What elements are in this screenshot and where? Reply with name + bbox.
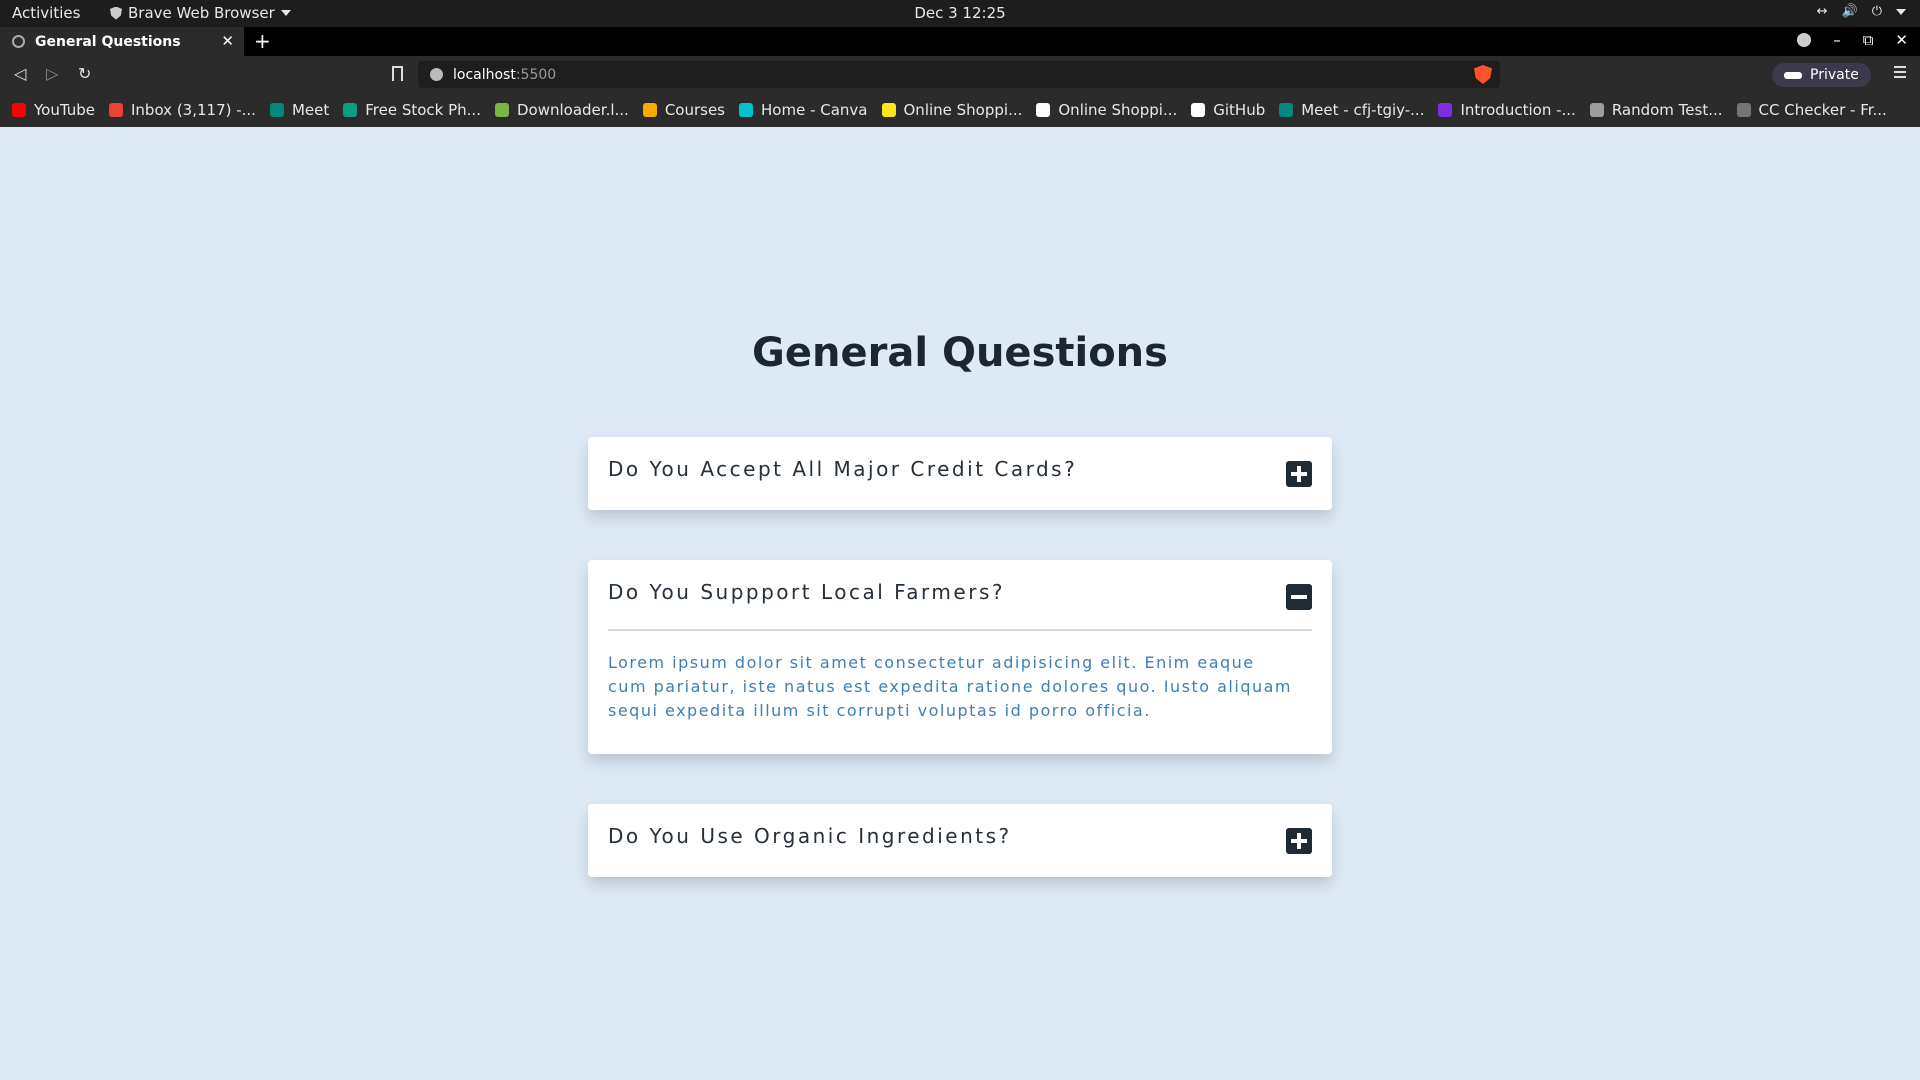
bookmark-label: Free Stock Ph... [365, 101, 481, 119]
bookmark-favicon-icon [494, 103, 509, 117]
bookmark-item[interactable]: Courses [642, 101, 725, 119]
private-window-badge[interactable]: Private [1772, 63, 1871, 87]
minimize-icon[interactable]: – [1833, 31, 1841, 49]
bookmark-label: Online Shoppi... [903, 101, 1023, 119]
bookmark-favicon-icon [1279, 103, 1294, 117]
bookmark-label: Home - Canva [761, 101, 868, 119]
bookmark-item[interactable]: Free Stock Ph... [343, 101, 481, 119]
system-tray[interactable]: ↔ 🔊 ⏻ [1817, 4, 1906, 19]
app-menu[interactable]: Brave Web Browser [110, 4, 291, 22]
bookmark-favicon-icon [343, 103, 358, 117]
chevron-down-icon [1896, 8, 1906, 15]
bookmark-item[interactable]: Meet - cfj-tgiy-... [1279, 101, 1424, 119]
bookmark-item[interactable]: Downloader.l... [494, 101, 629, 119]
site-info-icon[interactable] [430, 68, 443, 81]
tab-title: General Questions [35, 33, 181, 50]
minus-icon[interactable] [1286, 584, 1312, 610]
bookmark-label: Meet - cfj-tgiy-... [1301, 101, 1425, 119]
faq-item[interactable]: Do You Accept All Major Credit Cards? [588, 437, 1332, 510]
bookmark-favicon-icon [269, 103, 284, 117]
bookmark-favicon-icon [739, 103, 753, 117]
volume-icon: 🔊 [1841, 4, 1858, 19]
brave-app-icon [110, 6, 122, 20]
bookmark-item[interactable]: Online Shoppi... [1036, 101, 1177, 119]
chevron-down-icon [280, 10, 291, 16]
tab-strip: General Questions ✕ + – ⧉ ✕ [0, 27, 1920, 56]
bookmark-item[interactable]: YouTube [12, 101, 95, 119]
plus-icon[interactable] [1286, 828, 1312, 854]
faq-question[interactable]: Do You Suppport Local Farmers? [608, 580, 1005, 604]
bookmark-label: Meet [291, 101, 330, 119]
url-port: :5500 [515, 66, 557, 83]
restore-icon[interactable]: ⧉ [1863, 31, 1874, 49]
bookmark-favicon-icon [1589, 103, 1604, 117]
plus-icon[interactable] [1286, 461, 1312, 487]
url-host: localhost [453, 66, 516, 83]
bookmark-label: GitHub [1213, 101, 1266, 119]
power-icon: ⏻ [1871, 4, 1882, 19]
bookmark-icon[interactable] [392, 66, 403, 81]
window-controls: – ⧉ ✕ [1797, 31, 1908, 49]
faq-item-expanded[interactable]: Do You Suppport Local Farmers? Lorem ips… [588, 560, 1332, 754]
bookmark-favicon-icon [1036, 103, 1051, 117]
bookmarks-bar: YouTube Inbox (3,117) -... Meet Free Stock … [0, 93, 1920, 127]
bookmark-item[interactable]: Home - Canva [739, 101, 868, 119]
faq-answer: Lorem ipsum dolor sit amet consectetur a… [608, 653, 1292, 720]
close-tab-icon[interactable]: ✕ [221, 32, 234, 50]
bookmark-favicon-icon [881, 103, 896, 117]
reload-icon[interactable]: ↻ [78, 64, 91, 83]
bookmark-item[interactable]: Introduction -... [1438, 101, 1576, 119]
bookmark-label: CC Checker - Fr... [1758, 101, 1887, 119]
bookmark-label: Courses [664, 101, 725, 119]
bookmark-item[interactable]: GitHub [1191, 101, 1265, 119]
bookmark-favicon-icon [1191, 103, 1206, 117]
faq-item[interactable]: Do You Use Organic Ingredients? [588, 804, 1332, 877]
bookmark-favicon-icon [1438, 103, 1453, 117]
system-top-bar: Activities Brave Web Browser Dec 3 12:25… [0, 0, 1920, 27]
faq-question[interactable]: Do You Accept All Major Credit Cards? [608, 457, 1077, 481]
bookmark-favicon-icon [12, 103, 26, 117]
bookmark-label: YouTube [34, 101, 95, 119]
hamburger-menu-icon[interactable] [1894, 66, 1906, 78]
faq-question[interactable]: Do You Use Organic Ingredients? [608, 824, 1012, 848]
globe-icon [12, 35, 25, 48]
bookmark-favicon-icon [109, 103, 123, 117]
app-menu-label: Brave Web Browser [128, 4, 275, 22]
faq-divider [608, 629, 1312, 631]
bookmark-label: Inbox (3,117) -... [131, 101, 256, 119]
bookmark-label: Random Test... [1611, 101, 1723, 119]
tab-general-questions[interactable]: General Questions ✕ [0, 27, 244, 56]
network-icon: ↔ [1816, 4, 1828, 19]
bookmark-label: Downloader.l... [516, 101, 629, 119]
bookmark-item[interactable]: Random Test... [1589, 101, 1723, 119]
tab-search-icon[interactable] [1797, 33, 1812, 47]
bookmark-item[interactable]: Inbox (3,117) -... [109, 101, 256, 119]
bookmark-item[interactable]: Online Shoppi... [881, 101, 1023, 119]
bookmark-item[interactable]: Meet [269, 101, 330, 119]
close-window-icon[interactable]: ✕ [1895, 31, 1908, 49]
private-mask-icon [1784, 71, 1802, 79]
bookmark-label: Online Shoppi... [1058, 101, 1178, 119]
bookmark-item[interactable]: CC Checker - Fr... [1736, 101, 1887, 119]
new-tab-button[interactable]: + [254, 29, 271, 53]
bookmark-label: Introduction -... [1460, 101, 1576, 119]
back-icon[interactable]: ◁ [14, 64, 26, 83]
page-title: General Questions [752, 330, 1168, 376]
page-content: General Questions Do You Accept All Majo… [0, 127, 1920, 1080]
brave-shields-icon[interactable] [1474, 65, 1492, 84]
browser-toolbar: ◁ ▷ ↻ localhost:5500 Private [0, 56, 1920, 93]
address-bar[interactable]: localhost:5500 [418, 61, 1500, 88]
bookmark-favicon-icon [642, 103, 657, 117]
private-label: Private [1810, 67, 1859, 83]
activities-button[interactable]: Activities [12, 4, 80, 22]
forward-icon[interactable]: ▷ [46, 64, 58, 83]
bookmark-favicon-icon [1736, 103, 1751, 117]
clock[interactable]: Dec 3 12:25 [914, 4, 1005, 22]
